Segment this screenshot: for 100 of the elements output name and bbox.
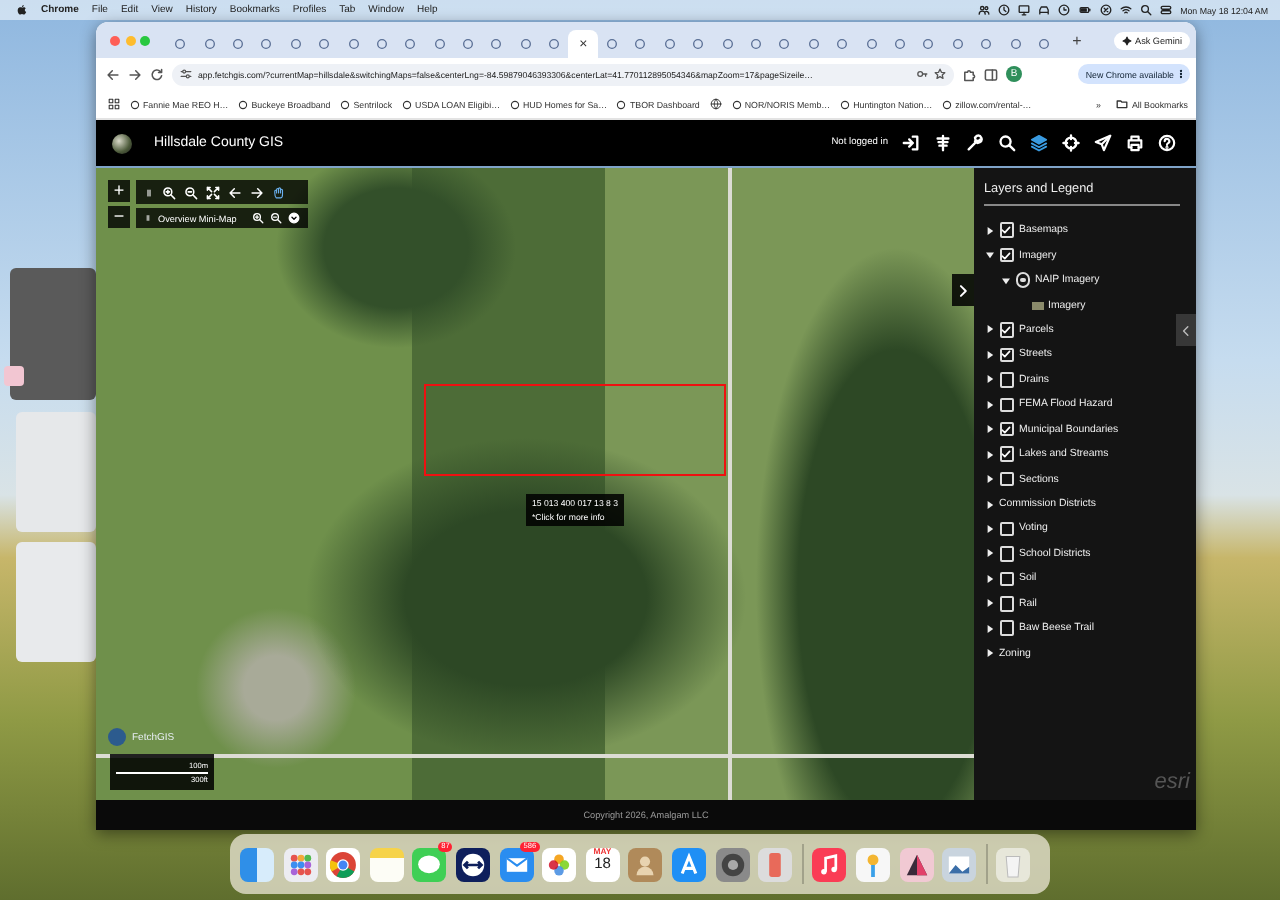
expand-triangle-icon[interactable] [984, 547, 994, 560]
history-icon[interactable] [1058, 4, 1071, 16]
signpost-icon[interactable] [934, 134, 952, 152]
zoom-out-button[interactable]: − [108, 206, 130, 228]
arrow-left-icon[interactable] [228, 185, 242, 199]
desktop-widget [16, 542, 96, 662]
app-icon[interactable] [899, 847, 933, 881]
page-icon [634, 38, 647, 50]
sidebar-icon[interactable] [984, 67, 998, 81]
checkbox[interactable] [999, 546, 1014, 562]
page-icon [519, 38, 532, 50]
page-icon [174, 38, 187, 50]
locate-icon[interactable] [1062, 134, 1080, 152]
reload-icon[interactable] [150, 67, 164, 81]
apps-grid-icon[interactable] [108, 98, 120, 110]
page-icon [490, 38, 503, 50]
battery-icon[interactable] [1078, 4, 1093, 16]
page-icon [462, 38, 475, 50]
collapse-triangle-icon[interactable] [1000, 274, 1010, 287]
bookmark-star-icon[interactable] [934, 68, 946, 80]
back-icon[interactable] [106, 67, 120, 81]
collapse-panel-button[interactable] [1176, 314, 1196, 346]
checkbox[interactable] [999, 421, 1014, 437]
checkbox[interactable] [999, 471, 1014, 487]
more-icon [1176, 68, 1186, 80]
expand-triangle-icon[interactable] [984, 323, 994, 336]
checkbox[interactable] [999, 596, 1014, 612]
expand-panel-button[interactable] [952, 274, 974, 306]
key-icon[interactable] [916, 68, 928, 80]
radio-button[interactable] [1015, 272, 1030, 288]
close-circle-icon[interactable] [1100, 4, 1113, 16]
aerial-photo[interactable] [96, 168, 974, 800]
expand-triangle-icon[interactable] [984, 348, 994, 361]
expand-triangle-icon[interactable] [984, 473, 994, 486]
clock-icon[interactable] [998, 4, 1011, 16]
checkbox[interactable] [999, 521, 1014, 537]
checkbox[interactable] [999, 322, 1014, 338]
search-icon[interactable] [998, 134, 1016, 152]
globe-icon[interactable] [709, 98, 722, 110]
people-icon[interactable] [978, 4, 991, 16]
send-icon[interactable] [1094, 134, 1112, 152]
expand-triangle-icon[interactable] [984, 522, 994, 535]
checkbox[interactable] [999, 247, 1014, 263]
expand-triangle-icon[interactable] [984, 448, 994, 461]
zoom-in-icon[interactable] [162, 185, 176, 199]
legend-swatch [1031, 301, 1043, 310]
expand-triangle-icon[interactable] [984, 647, 994, 660]
page-icon [340, 99, 351, 109]
expand-triangle-icon[interactable] [984, 597, 994, 610]
forward-icon[interactable] [128, 67, 142, 81]
expand-triangle-icon[interactable] [984, 622, 994, 635]
control-center-icon[interactable] [1160, 4, 1173, 16]
zoom-out-icon[interactable] [270, 212, 282, 224]
full-extent-icon[interactable] [206, 185, 220, 199]
expand-triangle-icon[interactable] [984, 498, 994, 511]
app-icon[interactable] [715, 847, 750, 881]
page-icon [548, 38, 561, 50]
expand-triangle-icon[interactable] [984, 224, 994, 237]
checkbox[interactable] [999, 571, 1014, 587]
print-icon[interactable] [1126, 134, 1144, 152]
page-icon [510, 99, 520, 109]
zoom-in-icon[interactable] [252, 212, 264, 224]
arrow-right-icon[interactable] [250, 185, 264, 199]
car-icon[interactable] [1038, 4, 1051, 16]
zoom-out-icon[interactable] [184, 185, 198, 199]
collapse-triangle-icon[interactable] [984, 249, 994, 262]
checkbox[interactable] [999, 446, 1014, 462]
page-icon [289, 38, 302, 50]
zoom-in-button[interactable]: + [108, 180, 130, 202]
expand-triangle-icon[interactable] [984, 373, 994, 386]
help-icon[interactable] [1158, 134, 1176, 152]
page-icon [238, 99, 249, 109]
sign-in-icon[interactable] [902, 134, 920, 152]
hand-icon[interactable] [272, 185, 286, 199]
checkbox[interactable] [999, 222, 1014, 238]
wifi-icon[interactable] [1120, 4, 1133, 16]
checkbox[interactable] [999, 620, 1014, 636]
page-icon [750, 38, 762, 50]
page-icon [840, 99, 851, 109]
apple-icon[interactable] [16, 4, 28, 16]
layers-icon[interactable] [1030, 134, 1048, 152]
page-icon [836, 38, 849, 50]
search-icon[interactable] [1140, 4, 1153, 16]
checkbox[interactable] [999, 347, 1014, 363]
page-icon [692, 38, 705, 50]
new-tab-button[interactable]: + [1066, 31, 1088, 49]
app-icon[interactable] [455, 847, 490, 881]
expand-triangle-icon[interactable] [984, 423, 994, 436]
grip-icon[interactable] [144, 212, 152, 224]
wrench-icon[interactable] [966, 134, 984, 152]
expand-triangle-icon[interactable] [984, 572, 994, 585]
display-icon[interactable] [1018, 4, 1031, 16]
page-icon [893, 38, 906, 50]
chevron-down-icon[interactable] [288, 212, 300, 224]
puzzle-icon[interactable] [962, 67, 976, 81]
checkbox[interactable] [999, 372, 1014, 388]
checkbox[interactable] [999, 397, 1014, 413]
site-settings-icon[interactable] [180, 68, 192, 80]
grip-icon[interactable] [144, 185, 154, 199]
expand-triangle-icon[interactable] [984, 398, 994, 411]
